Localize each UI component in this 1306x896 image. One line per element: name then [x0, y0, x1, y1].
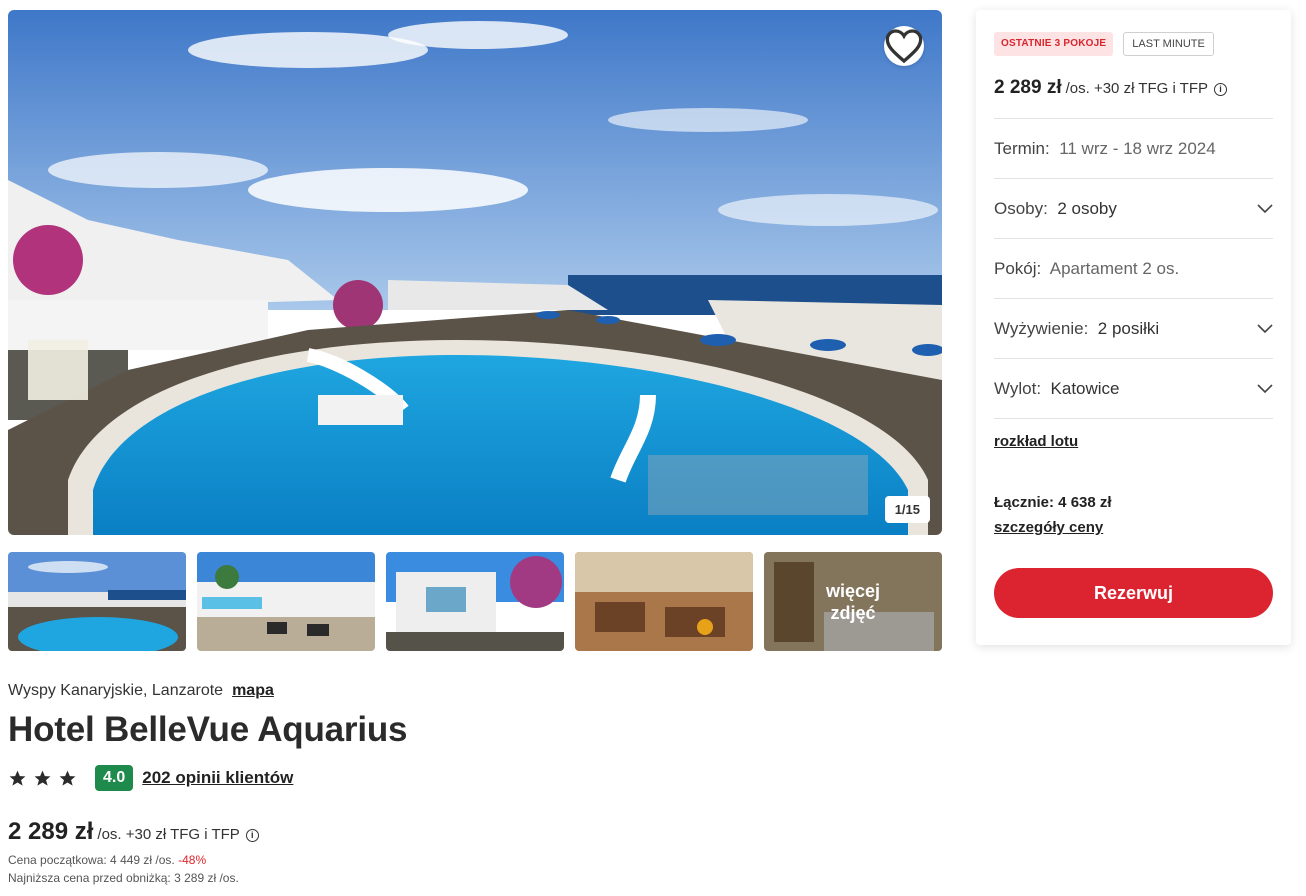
reviews-link[interactable]: 202 opinii klientów — [142, 768, 293, 788]
thumbnail-image — [575, 552, 753, 651]
thumbnail-image — [386, 552, 564, 651]
favorite-button[interactable] — [884, 26, 924, 66]
discount-percent: -48% — [178, 853, 207, 867]
info-icon[interactable]: i — [1214, 83, 1228, 96]
term-label: Termin: — [994, 138, 1050, 158]
total-price: Łącznie: 4 638 zł — [994, 494, 1112, 511]
persons-value: 2 osoby — [1057, 198, 1117, 218]
last-minute-badge: LAST MINUTE — [1123, 32, 1214, 56]
card-price-amount: 2 289 zł — [994, 77, 1062, 98]
info-icon[interactable]: i — [245, 829, 259, 842]
more-photos-label[interactable]: więcej zdjęć — [764, 552, 942, 651]
price-block: 2 289 zł /os. +30 zł TFG i TFP i — [8, 818, 259, 846]
persons-label: Osoby: — [994, 198, 1048, 218]
score-badge: 4.0 — [95, 765, 134, 791]
thumbnail-more-photos[interactable]: więcej zdjęć — [764, 552, 942, 651]
thumbnail-terrace[interactable] — [197, 552, 375, 651]
rating-row: 4.0 202 opinii klientów — [8, 764, 293, 792]
thumbnail-building[interactable] — [386, 552, 564, 651]
term-row[interactable]: Termin: 11 wrz - 18 wrz 2024 — [994, 118, 1273, 178]
room-row[interactable]: Pokój: Apartament 2 os. — [994, 238, 1273, 298]
board-label: Wyżywienie: — [994, 318, 1089, 338]
term-value: 11 wrz - 18 wrz 2024 — [1059, 138, 1216, 158]
lowest-price: Najniższa cena przed obniżką: 3 289 zł /… — [8, 871, 239, 885]
card-price-suffix: /os. +30 zł TFG i TFP — [1065, 80, 1209, 97]
reserve-button[interactable]: Rezerwuj — [994, 568, 1273, 618]
badges: OSTATNIE 3 POKOJE LAST MINUTE — [994, 32, 1214, 56]
divider — [994, 418, 1273, 419]
chevron-down-icon — [1257, 323, 1273, 333]
departure-select[interactable]: Wylot: Katowice — [994, 358, 1273, 418]
thumbnail-strip: więcej zdjęć — [8, 552, 942, 651]
thumbnail-image — [8, 552, 186, 651]
chevron-down-icon — [1257, 203, 1273, 213]
hotel-name: Hotel BelleVue Aquarius — [8, 710, 408, 749]
location-text: Wyspy Kanaryjskie, Lanzarote — [8, 682, 224, 699]
board-select[interactable]: Wyżywienie: 2 posiłki — [994, 298, 1273, 358]
board-value: 2 posiłki — [1097, 318, 1160, 338]
departure-label: Wylot: — [994, 378, 1042, 398]
room-value: Apartament 2 os. — [1049, 258, 1180, 278]
thumbnail-image — [197, 552, 375, 651]
star-icon — [34, 770, 51, 786]
hotel-pool-image — [8, 10, 942, 535]
departure-value: Katowice — [1050, 378, 1120, 398]
room-label: Pokój: — [994, 258, 1042, 278]
price-suffix: /os. +30 zł TFG i TFP — [97, 826, 240, 843]
heart-icon — [885, 29, 923, 64]
booking-card: OSTATNIE 3 POKOJE LAST MINUTE 2 289 zł /… — [976, 10, 1291, 645]
flight-schedule-link[interactable]: rozkład lotu — [994, 433, 1078, 450]
hotel-stars — [8, 769, 77, 788]
initial-price-line: Cena początkowa: 4 449 zł /os. -48% — [8, 853, 206, 867]
last-rooms-badge: OSTATNIE 3 POKOJE — [994, 32, 1114, 56]
card-price: 2 289 zł /os. +30 zł TFG i TFP i — [994, 77, 1228, 99]
chevron-down-icon — [1257, 383, 1273, 393]
star-icon — [59, 770, 76, 786]
price-details-link[interactable]: szczegóły ceny — [994, 519, 1103, 536]
price-amount: 2 289 zł — [8, 818, 94, 845]
persons-select[interactable]: Osoby: 2 osoby — [994, 178, 1273, 238]
thumbnail-restaurant[interactable] — [575, 552, 753, 651]
location-line: Wyspy Kanaryjskie, Lanzarote mapa — [8, 682, 274, 700]
main-photo[interactable]: 1/15 — [8, 10, 942, 535]
initial-price: Cena początkowa: 4 449 zł /os. — [8, 853, 175, 867]
thumbnail-pool[interactable] — [8, 552, 186, 651]
star-icon — [9, 770, 26, 786]
photo-counter: 1/15 — [884, 496, 930, 523]
map-link[interactable]: mapa — [232, 682, 274, 700]
